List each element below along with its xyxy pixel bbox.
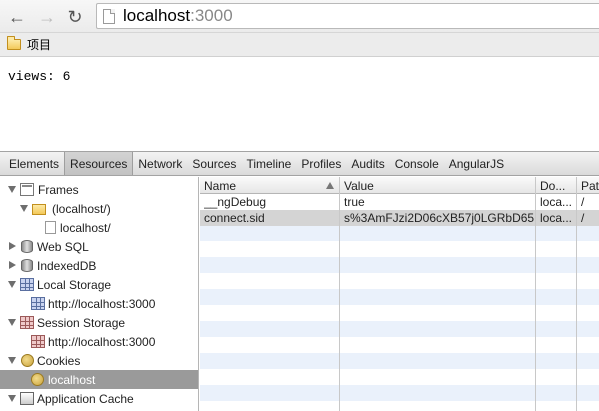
cookie-value-cell: true <box>344 195 365 209</box>
column-divider[interactable] <box>535 177 536 411</box>
browser-toolbar: ← → ↻ localhost :3000 <box>0 0 599 33</box>
tree-item-label: http://localhost:3000 <box>48 297 156 311</box>
bookmarks-bar: 项目 <box>0 33 599 57</box>
expand-triangle-icon[interactable] <box>8 319 16 326</box>
forward-button[interactable]: → <box>36 6 58 28</box>
column-header-domain[interactable]: Do... <box>540 179 574 193</box>
expand-triangle-icon[interactable] <box>8 281 16 288</box>
tab-resources[interactable]: Resources <box>64 152 134 175</box>
tab-console[interactable]: Console <box>390 152 444 175</box>
tree-item-local-storage-origin[interactable]: http://localhost:3000 <box>0 294 198 313</box>
devtools-panel: Elements Resources Network Sources Timel… <box>0 151 599 411</box>
session-grid-icon <box>20 316 34 329</box>
storage-grid-icon <box>20 278 34 291</box>
cookie-icon <box>31 373 44 386</box>
cookie-icon <box>21 354 34 367</box>
tree-item-session-storage-origin[interactable]: http://localhost:3000 <box>0 332 198 351</box>
url-host: localhost <box>123 6 191 25</box>
column-header-value[interactable]: Value <box>344 179 374 193</box>
tree-item-label: localhost/ <box>60 221 111 235</box>
tree-item-indexeddb[interactable]: IndexedDB <box>0 256 198 275</box>
tree-item-label: Cookies <box>37 354 81 368</box>
column-divider[interactable] <box>576 177 577 411</box>
tree-item-label: http://localhost:3000 <box>48 335 156 349</box>
forward-arrow-icon: → <box>38 7 56 27</box>
tree-item-websql[interactable]: Web SQL <box>0 237 198 256</box>
cookie-name-cell: connect.sid <box>204 211 265 225</box>
tab-elements[interactable]: Elements <box>4 152 64 175</box>
folder-icon <box>7 36 21 50</box>
collapse-triangle-icon[interactable] <box>9 242 16 250</box>
cookies-table: __ngDebug true loca... / connect.sid s%3… <box>200 177 599 411</box>
cache-icon <box>20 392 34 405</box>
tab-angularjs[interactable]: AngularJS <box>444 152 509 175</box>
storage-grid-icon <box>31 297 45 310</box>
table-row[interactable]: __ngDebug true loca... / <box>200 194 599 210</box>
cookie-path-cell: / <box>581 195 585 209</box>
page-icon <box>103 8 115 24</box>
session-grid-icon <box>31 335 45 348</box>
page-content: views: 6 <box>0 57 599 151</box>
expand-triangle-icon[interactable] <box>20 205 28 212</box>
cookie-domain-cell: loca... <box>540 195 573 209</box>
tab-timeline[interactable]: Timeline <box>241 152 296 175</box>
expand-triangle-icon[interactable] <box>8 395 16 402</box>
tree-item-label: Local Storage <box>37 278 112 292</box>
tree-item-session-storage[interactable]: Session Storage <box>0 313 198 332</box>
bookmark-folder-label[interactable]: 项目 <box>27 36 51 53</box>
views-counter-text: views: 6 <box>8 69 71 84</box>
tree-item-frames[interactable]: Frames <box>0 180 198 199</box>
cookie-path-cell: / <box>581 211 585 225</box>
tree-item-local-storage[interactable]: Local Storage <box>0 275 198 294</box>
reload-icon: ↻ <box>67 7 83 27</box>
column-header-name[interactable]: Name <box>204 179 236 193</box>
tree-item-label: Frames <box>38 183 79 197</box>
tree-item-frame-doc[interactable]: localhost/ <box>0 218 198 237</box>
tab-audits[interactable]: Audits <box>346 152 389 175</box>
tree-item-label: (localhost/) <box>52 202 111 216</box>
address-bar[interactable]: localhost :3000 <box>96 3 599 29</box>
table-row[interactable]: connect.sid s%3AmFJzi2D06cXB57j0LGRbD65.… <box>200 210 599 226</box>
back-arrow-icon: ← <box>8 7 26 27</box>
tab-network[interactable]: Network <box>133 152 187 175</box>
tab-profiles[interactable]: Profiles <box>296 152 346 175</box>
expand-triangle-icon[interactable] <box>8 357 16 364</box>
resources-sidebar: Frames (localhost/) localhost/ Web SQL I… <box>0 177 199 411</box>
tree-item-cookies[interactable]: Cookies <box>0 351 198 370</box>
sort-ascending-icon <box>326 182 334 189</box>
tree-item-label: localhost <box>48 373 96 387</box>
column-divider[interactable] <box>339 177 340 411</box>
document-icon <box>45 221 56 234</box>
tree-item-cookies-localhost[interactable]: localhost <box>0 370 198 389</box>
database-icon <box>21 259 33 272</box>
devtools-tab-bar: Elements Resources Network Sources Timel… <box>0 152 599 176</box>
tree-item-label: Web SQL <box>37 240 89 254</box>
reload-button[interactable]: ↻ <box>64 6 86 28</box>
tree-item-frame-localhost[interactable]: (localhost/) <box>0 199 198 218</box>
frame-icon <box>20 183 34 196</box>
folder-icon <box>32 204 46 215</box>
table-header: Name Value Do... Pat <box>200 177 599 194</box>
tree-item-label: Session Storage <box>37 316 126 330</box>
back-button[interactable]: ← <box>6 6 28 28</box>
collapse-triangle-icon[interactable] <box>9 261 16 269</box>
column-header-path[interactable]: Pat <box>581 179 599 193</box>
tree-item-application-cache[interactable]: Application Cache <box>0 389 198 408</box>
tab-sources[interactable]: Sources <box>187 152 241 175</box>
tree-item-label: Application Cache <box>37 392 134 406</box>
cookie-domain-cell: loca... <box>540 211 573 225</box>
expand-triangle-icon[interactable] <box>8 186 16 193</box>
cookie-value-cell: s%3AmFJzi2D06cXB57j0LGRbD65... <box>344 211 534 225</box>
url-port: :3000 <box>190 6 233 25</box>
database-icon <box>21 240 33 253</box>
tree-item-label: IndexedDB <box>37 259 97 273</box>
cookie-name-cell: __ngDebug <box>204 195 267 209</box>
